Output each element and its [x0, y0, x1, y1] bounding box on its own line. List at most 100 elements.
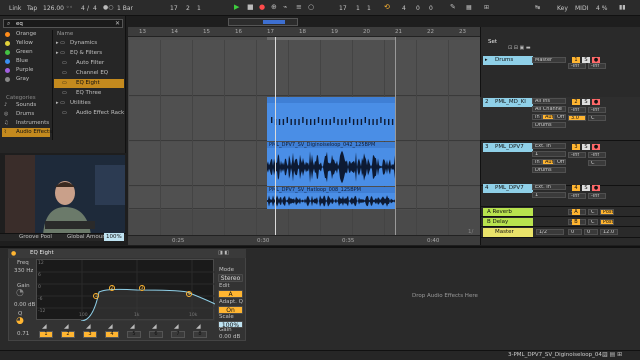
band-toggle[interactable]: 8: [193, 331, 207, 338]
link-button[interactable]: Link: [9, 4, 21, 13]
pan-center[interactable]: C: [588, 209, 598, 215]
loop-start-beat[interactable]: 1: [356, 4, 360, 13]
band-toggle[interactable]: 4: [105, 331, 119, 338]
session-record-icon[interactable]: ○: [308, 3, 314, 12]
arrangement-overview[interactable]: [228, 18, 298, 26]
master-value[interactable]: 12.0: [600, 229, 618, 235]
output-routing[interactable]: Master: [532, 57, 566, 63]
bar-number[interactable]: 17: [267, 28, 274, 36]
collection-yellow[interactable]: Yellow: [2, 39, 50, 48]
track-activator[interactable]: 3: [572, 144, 580, 150]
mode-select[interactable]: Stereo: [218, 274, 243, 282]
time-ruler[interactable]: 0:25 0:30 0:35 0:40: [128, 235, 480, 245]
drop-effects-hint[interactable]: Drop Audio Effects Here: [412, 292, 478, 300]
loop-switch-icon[interactable]: ⟲: [384, 3, 390, 12]
track-header[interactable]: A Reverb: [483, 208, 533, 216]
name-column-header[interactable]: Name: [57, 30, 73, 38]
loop-start-sixteenth[interactable]: 1: [367, 4, 371, 13]
track-activator[interactable]: 2: [572, 99, 580, 105]
filter-shape-icon[interactable]: ◢: [152, 322, 157, 331]
draw-mode-icon[interactable]: ✎: [450, 3, 456, 12]
midi-clip[interactable]: [267, 97, 395, 141]
solo-button[interactable]: S: [582, 57, 590, 63]
gain-value[interactable]: 0.00 dB: [14, 301, 35, 309]
track-activator[interactable]: A: [572, 209, 580, 215]
monitor-in[interactable]: In: [532, 159, 542, 165]
input-channel[interactable]: 1: [532, 151, 566, 157]
arm-button[interactable]: ●: [592, 144, 600, 150]
device-menu-icon[interactable]: ◨ ◧: [218, 249, 229, 258]
bar-number[interactable]: 19: [331, 28, 338, 36]
collection-blue[interactable]: Blue: [2, 57, 50, 66]
bar-number[interactable]: 23: [459, 28, 466, 36]
browser-item-auto-filter[interactable]: ▭ Auto Filter: [54, 59, 124, 68]
arm-button[interactable]: ●: [592, 57, 600, 63]
band-2-selector[interactable]: ◢ 2: [58, 322, 78, 339]
bar-number[interactable]: 22: [427, 28, 434, 36]
track-activator[interactable]: 1: [572, 57, 580, 63]
band-8-selector[interactable]: ◢ 8: [190, 322, 210, 339]
filter-shape-icon[interactable]: ◢: [130, 322, 135, 331]
solo-button[interactable]: S: [582, 185, 590, 191]
filter-shape-icon[interactable]: ◢: [86, 322, 91, 331]
bar-number[interactable]: 14: [171, 28, 178, 36]
eq-display[interactable]: 1 2 3 4 12 6 0 -6 -12 100 1k 10k: [36, 259, 216, 322]
band-toggle[interactable]: 1: [39, 331, 53, 338]
collection-gray[interactable]: Gray: [2, 75, 50, 84]
browser-item-audio-effect-rack[interactable]: ▭ Audio Effect Rack: [54, 109, 124, 118]
computer-keyboard-icon[interactable]: ▦: [466, 3, 472, 12]
band-6-selector[interactable]: ◢ 6: [146, 322, 166, 339]
band-4-selector[interactable]: ◢ 4: [102, 322, 122, 339]
capture-icon[interactable]: ≡: [296, 3, 302, 12]
browser-item-eq-eight[interactable]: ▭ EQ Eight: [54, 79, 124, 88]
input-type[interactable]: All Ins: [532, 98, 566, 104]
post-button[interactable]: Post: [600, 219, 614, 225]
arm-button[interactable]: ●: [592, 99, 600, 105]
monitor-auto[interactable]: Auto: [542, 114, 554, 120]
browser-item-eq-three[interactable]: ▭ EQ Three: [54, 89, 124, 98]
band-5-selector[interactable]: ◢ 5: [124, 322, 144, 339]
q-knob-icon[interactable]: ◕: [16, 317, 24, 326]
track-header[interactable]: B Delay: [483, 218, 533, 226]
record-icon[interactable]: ●: [259, 3, 265, 12]
device-power-icon[interactable]: ●: [11, 249, 16, 258]
input-channel[interactable]: All Channe: [532, 106, 566, 112]
browser-search-input[interactable]: eq: [16, 20, 23, 28]
browser-item-utilities[interactable]: ▸ ▭ Utilities: [54, 99, 124, 108]
eq-band-handle-4[interactable]: 4: [186, 291, 192, 297]
filter-shape-icon[interactable]: ◢: [174, 322, 179, 331]
browser-divider[interactable]: [52, 30, 53, 140]
time-marker[interactable]: 0:30: [257, 237, 269, 245]
pan-field[interactable]: -inf: [588, 193, 606, 199]
input-type[interactable]: Ext. In: [532, 184, 566, 190]
automation-arm-icon[interactable]: ⌁: [283, 3, 287, 12]
midi-keyboard-icon[interactable]: ⊞: [484, 3, 489, 12]
filter-shape-icon[interactable]: ◢: [108, 322, 113, 331]
quantize-menu[interactable]: 1 Bar: [117, 4, 133, 13]
return-track-a[interactable]: A Reverb -inf A C Post: [480, 208, 640, 217]
global-amount-value[interactable]: 100%: [104, 233, 124, 241]
bar-number[interactable]: 18: [299, 28, 306, 36]
post-button[interactable]: Post: [600, 209, 614, 215]
clear-search-icon[interactable]: ✕: [115, 19, 120, 28]
pan-center[interactable]: C: [588, 219, 598, 225]
category-instruments[interactable]: ♫ Instruments: [2, 119, 50, 128]
status-icons[interactable]: ▥ ▤ ⊞: [602, 350, 622, 359]
band-1-selector[interactable]: ◢ 1: [36, 322, 56, 339]
edit-select[interactable]: A: [218, 290, 243, 298]
arrangement-position-bar[interactable]: 17: [170, 4, 178, 13]
volume-field[interactable]: -inf: [568, 193, 586, 199]
solo-button[interactable]: S: [582, 144, 590, 150]
track-header[interactable]: 3 PML_DPV7: [483, 143, 533, 152]
bar-number[interactable]: 13: [139, 28, 146, 36]
metronome-toggle-icon[interactable]: ●○: [103, 3, 113, 12]
track-pml-dpv7-a[interactable]: 3 PML_DPV7 Ext. In 1 In Auto Off Drums -…: [480, 142, 640, 186]
monitor-off[interactable]: Off: [554, 114, 566, 120]
track-header[interactable]: Master: [483, 228, 533, 237]
device-title-bar[interactable]: ● EQ Eight ◨ ◧: [8, 249, 246, 258]
gain-knob-icon[interactable]: ◔: [16, 289, 24, 298]
browser-item-dynamics[interactable]: ▸ ▭ Dynamics: [54, 39, 124, 48]
filter-shape-icon[interactable]: ◢: [42, 322, 47, 331]
browser-item-channel-eq[interactable]: ▭ Channel EQ: [54, 69, 124, 78]
monitor-auto[interactable]: Auto: [542, 159, 554, 165]
